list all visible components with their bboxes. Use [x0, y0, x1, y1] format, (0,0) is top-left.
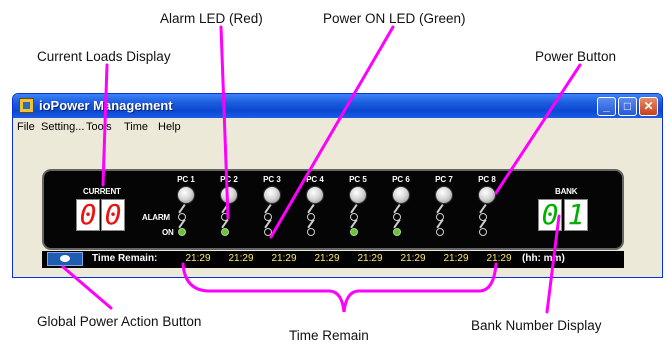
bank-label: BANK	[555, 187, 578, 196]
power-on-led	[178, 228, 186, 236]
app-window: ioPower Management _ □ ✕ File Setting...…	[12, 93, 663, 278]
time-remain-value: 21:29	[271, 253, 297, 264]
annotation-power-button: Power Button	[535, 49, 617, 64]
power-on-led	[479, 228, 487, 236]
time-remain-value: 21:29	[185, 253, 211, 264]
led-connector	[221, 204, 229, 214]
led-connector	[178, 204, 186, 214]
pc-power-button[interactable]	[349, 186, 367, 204]
alarm-label: ALARM	[142, 213, 170, 222]
bank-digit-1: 0	[538, 199, 562, 231]
menu-time[interactable]: Time	[124, 121, 148, 133]
annotation-alarm-led: Alarm LED (Red)	[160, 11, 263, 26]
pc-power-button[interactable]	[392, 186, 410, 204]
time-unit-label: (hh: mm)	[522, 253, 565, 264]
current-label: CURRENT	[83, 187, 121, 196]
time-remain-value: 21:29	[443, 253, 469, 264]
window-title: ioPower Management	[39, 98, 173, 113]
pc-label: PC 2	[220, 175, 238, 184]
power-on-led	[393, 228, 401, 236]
on-label: ON	[162, 228, 174, 237]
current-digit-1: 0	[76, 199, 100, 231]
pc-label: PC 7	[435, 175, 453, 184]
time-remain-value: 21:29	[357, 253, 383, 264]
pc-label: PC 3	[263, 175, 281, 184]
annotation-time-remain: Time Remain	[289, 328, 369, 343]
control-panel: CURRENT 0 0 ALARM ON PC 1 PC 2 PC 3 PC 4 PC …	[42, 169, 624, 250]
pc-label: PC 5	[349, 175, 367, 184]
power-on-led	[436, 228, 444, 236]
led-connector	[307, 204, 315, 214]
time-remain-label: Time Remain:	[92, 253, 158, 264]
power-on-led	[307, 228, 315, 236]
menu-file[interactable]: File	[17, 121, 35, 133]
pc-label: PC 8	[478, 175, 496, 184]
time-remain-value: 21:29	[314, 253, 340, 264]
power-on-led	[350, 228, 358, 236]
led-connector	[393, 204, 401, 214]
menu-help[interactable]: Help	[158, 121, 181, 133]
global-power-action-button[interactable]	[47, 252, 83, 266]
time-remain-value: 21:29	[400, 253, 426, 264]
pc-power-button[interactable]	[435, 186, 453, 204]
time-remain-value: 21:29	[228, 253, 254, 264]
led-connector	[479, 204, 487, 214]
led-connector	[436, 204, 444, 214]
annotation-power-on-led: Power ON LED (Green)	[323, 11, 466, 26]
menu-bar: File Setting... Tools Time Help	[13, 118, 662, 138]
current-digit-2: 0	[101, 199, 125, 231]
annotation-bank-number: Bank Number Display	[471, 318, 602, 333]
time-remain-value: 21:29	[486, 253, 512, 264]
power-on-led	[264, 228, 272, 236]
menu-tools[interactable]: Tools	[86, 121, 112, 133]
bank-digit-2: 1	[564, 199, 588, 231]
annotation-global-power: Global Power Action Button	[37, 314, 202, 329]
close-button[interactable]: ✕	[639, 97, 658, 116]
led-connector	[350, 204, 358, 214]
pc-power-button[interactable]	[306, 186, 324, 204]
menu-setting[interactable]: Setting...	[41, 121, 84, 133]
pc-label: PC 6	[392, 175, 410, 184]
title-bar[interactable]: ioPower Management _ □ ✕	[13, 94, 662, 118]
pc-label: PC 4	[306, 175, 324, 184]
pc-label: PC 1	[177, 175, 195, 184]
pc-power-button[interactable]	[263, 186, 281, 204]
pc-power-button[interactable]	[478, 186, 496, 204]
maximize-button[interactable]: □	[618, 97, 637, 116]
annotation-current-loads: Current Loads Display	[37, 49, 171, 64]
power-on-led	[221, 228, 229, 236]
led-connector	[264, 204, 272, 214]
minimize-button[interactable]: _	[597, 97, 616, 116]
app-icon	[19, 98, 34, 113]
pc-power-button[interactable]	[177, 186, 195, 204]
time-remain-bar: Time Remain: 21:29 21:29 21:29 21:29 21:29 21…	[42, 251, 624, 268]
pc-power-button[interactable]	[220, 186, 238, 204]
